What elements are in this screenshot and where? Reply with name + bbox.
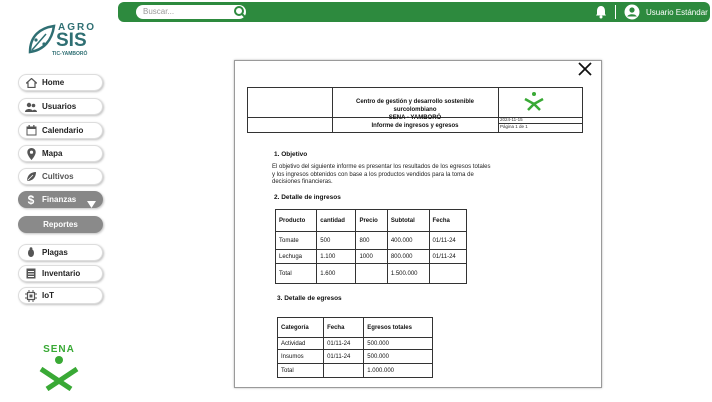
table-cell: 01/11-24 bbox=[428, 249, 468, 264]
sidebar-item-mapa[interactable]: Mapa bbox=[18, 145, 103, 162]
caret-down-icon[interactable] bbox=[87, 196, 96, 214]
table-cell: 01/11-24 bbox=[428, 231, 468, 250]
table-cell bbox=[323, 363, 365, 378]
table-row: Total 1.000.000 bbox=[276, 363, 433, 378]
table-cell: Tomate bbox=[274, 231, 318, 250]
section-objetivo-text: El objetivo del siguiente informe es pre… bbox=[272, 164, 491, 185]
sidebar-item-label: Cultivos bbox=[42, 172, 74, 181]
chip-icon bbox=[25, 289, 37, 302]
sidebar-item-calendario[interactable]: Calendario bbox=[18, 122, 103, 139]
sidebar-item-reportes[interactable]: Reportes bbox=[18, 216, 103, 233]
table-cell: 1.500.000 bbox=[386, 263, 430, 284]
table-header: Egresos totales bbox=[363, 317, 433, 338]
map-pin-icon bbox=[25, 147, 37, 160]
table-row: Total 1.600 1.500.000 bbox=[274, 263, 468, 284]
section-ingresos-title: 2. Detalle de ingresos bbox=[274, 194, 341, 201]
bell-icon[interactable] bbox=[595, 5, 607, 24]
section-egresos-title: 3. Detalle de egresos bbox=[277, 295, 342, 302]
table-cell: 400.000 bbox=[386, 231, 430, 250]
user-avatar-icon[interactable] bbox=[624, 4, 640, 25]
table-cell: Insumos bbox=[276, 349, 325, 364]
table-cell: SENA bbox=[43, 344, 75, 355]
table-cell: 800 bbox=[355, 231, 388, 250]
sidebar-item-label: IoT bbox=[42, 291, 54, 300]
search-icon[interactable] bbox=[233, 5, 247, 24]
sidebar-item-label: Mapa bbox=[42, 149, 63, 158]
table-header: Precio bbox=[355, 209, 388, 232]
table-cell: Total bbox=[274, 263, 318, 284]
sidebar-item-usuarios[interactable]: Usuarios bbox=[18, 98, 103, 115]
sidebar-item-label: Usuarios bbox=[42, 102, 77, 111]
leaf-icon bbox=[25, 171, 37, 183]
sidebar-item-label: Plagas bbox=[42, 248, 68, 257]
table-row: Insumos 01/11-24 500.000 bbox=[276, 349, 433, 364]
table-cell: 1.600 bbox=[316, 263, 357, 284]
dollar-icon: $ bbox=[27, 192, 35, 207]
table-header: Fecha bbox=[428, 209, 468, 232]
sidebar-item-label: Reportes bbox=[43, 220, 78, 229]
sidebar-item-plagas[interactable]: Plagas bbox=[18, 244, 103, 261]
logo-sis-text: SIS bbox=[56, 30, 87, 51]
sidebar-item-finanzas[interactable]: $ Finanzas bbox=[18, 191, 103, 208]
sidebar-item-label: Finanzas bbox=[42, 195, 77, 204]
sidebar-item-cultivos[interactable]: Cultivos bbox=[18, 168, 103, 185]
table-header: Subtotal bbox=[386, 209, 430, 232]
sena-logo: SENA bbox=[38, 344, 80, 396]
section-objetivo-title: 1. Objetivo bbox=[274, 151, 308, 158]
sidebar-item-home[interactable]: Home bbox=[18, 74, 103, 91]
table-cell: 1000 bbox=[355, 249, 388, 264]
table-cell: 01/11-24 bbox=[323, 337, 365, 350]
table-cell: 1.000.000 bbox=[363, 363, 433, 378]
table-row: Actividad 01/11-24 500.000 bbox=[276, 337, 433, 350]
table-cell: Total bbox=[276, 363, 325, 378]
table-cell: 500.000 bbox=[363, 349, 433, 364]
sidebar-item-label: Home bbox=[42, 78, 65, 87]
table-cell: 500.000 bbox=[363, 337, 433, 350]
table-cell bbox=[428, 263, 468, 284]
table-row: Tomate 500 800 400.000 01/11-24 bbox=[274, 231, 468, 250]
sidebar-item-label: Calendario bbox=[42, 126, 84, 135]
table-cell: SENA - YAMBORÓ bbox=[388, 115, 442, 121]
header-center-text: Centro de gestión y desarrollo sostenibl… bbox=[334, 98, 496, 122]
users-icon bbox=[25, 101, 37, 113]
logo-tic-text: TIC-YAMBORÓ bbox=[52, 51, 88, 57]
user-name[interactable]: Usuario Estándar bbox=[646, 8, 708, 17]
sena-header-logo bbox=[524, 91, 544, 116]
calendar-icon bbox=[25, 125, 37, 137]
top-bar: Buscar... Usuario Estándar bbox=[118, 2, 710, 22]
divider bbox=[615, 5, 616, 19]
inventory-icon bbox=[25, 268, 37, 280]
ingresos-table: Producto cantidad Precio Subtotal Fecha … bbox=[274, 209, 468, 284]
table-cell: Actividad bbox=[276, 337, 325, 350]
sidebar-item-label: Inventario bbox=[42, 269, 81, 278]
document-header: Centro de gestión y desarrollo sostenibl… bbox=[247, 87, 583, 133]
header-date: 2024-11-15 bbox=[500, 117, 523, 122]
table-header: Categoría bbox=[276, 317, 325, 338]
table-row: Lechuga 1.100 1000 800.000 01/11-24 bbox=[274, 249, 468, 264]
header-page: Página 1 de 1 bbox=[500, 124, 528, 129]
table-cell: 1.100 bbox=[316, 249, 357, 264]
bug-icon bbox=[25, 247, 37, 259]
close-icon[interactable] bbox=[578, 62, 592, 81]
table-header: Producto bbox=[274, 209, 318, 232]
sidebar-item-inventario[interactable]: Inventario bbox=[18, 265, 103, 282]
table-cell bbox=[355, 263, 388, 284]
table-cell: 01/11-24 bbox=[323, 349, 365, 364]
table-cell: 800.000 bbox=[386, 249, 430, 264]
table-header: Fecha bbox=[323, 317, 365, 338]
table-cell: Lechuga bbox=[274, 249, 318, 264]
header-report-title: Informe de ingresos y egresos bbox=[371, 123, 459, 129]
table-cell: 500 bbox=[316, 231, 357, 250]
home-icon bbox=[25, 77, 37, 89]
egresos-table: Categoría Fecha Egresos totales Activida… bbox=[276, 317, 433, 378]
sidebar-item-iot[interactable]: IoT bbox=[18, 287, 103, 304]
search-input[interactable]: Buscar... bbox=[136, 5, 246, 19]
table-header: cantidad bbox=[316, 209, 357, 232]
table-cell: Centro de gestión y desarrollo sostenibl… bbox=[355, 99, 475, 113]
